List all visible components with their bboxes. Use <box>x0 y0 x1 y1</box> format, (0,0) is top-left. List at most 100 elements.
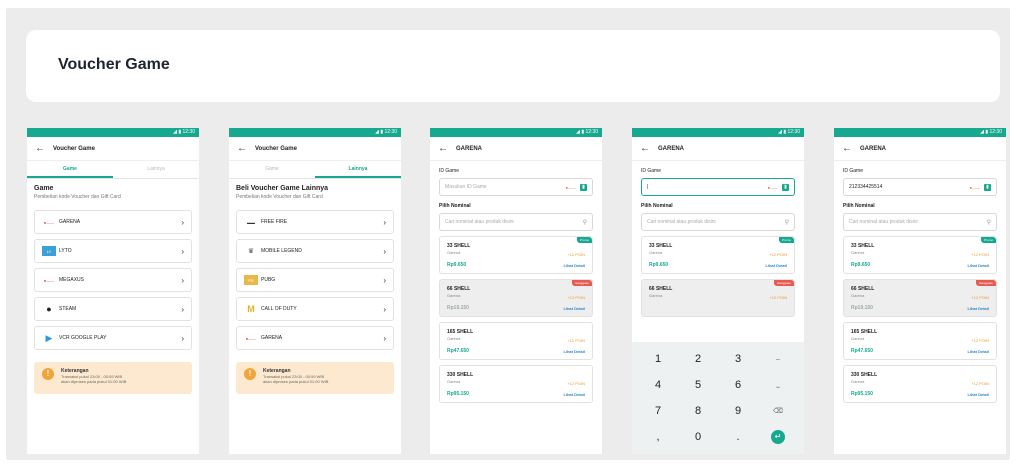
nominal-label: Pilih Nominal <box>439 203 471 209</box>
product-card[interactable]: Promo 33 SHELL Garena +12 POIN Rp9.650 Lihat … <box>439 236 593 274</box>
status-bar: ◢ ▮ 12:30 <box>834 128 1006 137</box>
product-card[interactable]: Gangguan 66 SHELL Garena +12 POIN Rp19.150 Li… <box>439 279 593 317</box>
back-arrow-icon[interactable]: ← <box>640 143 650 154</box>
key-period[interactable]: . <box>718 424 758 450</box>
search-placeholder: Cari nominal atau produk disini <box>647 219 716 225</box>
product-detail-link[interactable]: Lihat Detail <box>563 392 585 397</box>
menu-item-label: GARENA <box>261 335 283 341</box>
product-card[interactable]: Gangguan 66 SHELL Garena +12 POIN <box>641 279 795 317</box>
product-provider: Garena <box>851 336 865 341</box>
key-8[interactable]: 8 <box>678 398 718 424</box>
section-subtitle: Pembelian kode Voucher dan Gift Card <box>34 194 121 200</box>
phone-screen-garena-typing: ◢ ▮ 12:30 ← GARENA ID Game | ●—— ▮ Pilih N… <box>632 128 804 454</box>
product-name: 66 SHELL <box>447 286 471 292</box>
status-time: 12:30 <box>787 129 800 135</box>
key-3[interactable]: 3 <box>718 346 758 372</box>
product-detail-link[interactable]: Lihat Detail <box>967 349 989 354</box>
menu-item-garena[interactable]: ●—— GARENA › <box>34 210 192 234</box>
key-4[interactable]: 4 <box>638 372 678 398</box>
key-9[interactable]: 9 <box>718 398 758 424</box>
key-0[interactable]: 0 <box>678 424 718 450</box>
menu-item-label: VCR GOOGLE PLAY <box>59 335 107 341</box>
product-card[interactable]: 165 SHELL Garena +12 POIN Rp47.650 Lihat Det… <box>843 322 997 360</box>
product-price: Rp19.150 <box>851 305 873 311</box>
menu-item-pubg[interactable]: PG PUBG › <box>236 268 394 292</box>
back-arrow-icon[interactable]: ← <box>237 143 247 154</box>
promo-badge: Promo <box>577 237 592 243</box>
back-arrow-icon[interactable]: ← <box>842 143 852 154</box>
menu-item-label: MOBILE LEGEND <box>261 248 302 254</box>
product-detail-link[interactable]: Lihat Detail <box>563 263 585 268</box>
key-5[interactable]: 5 <box>678 372 718 398</box>
menu-item-mobile-legend[interactable]: ♛ MOBILE LEGEND › <box>236 239 394 263</box>
key-comma[interactable]: , <box>638 424 678 450</box>
menu-item-call-of-duty[interactable]: M CALL OF DUTY › <box>236 297 394 321</box>
menu-item-lyto[interactable]: LY LYTO › <box>34 239 192 263</box>
product-name: 33 SHELL <box>447 243 471 249</box>
key-space[interactable]: ⎵ <box>758 372 798 398</box>
id-game-label: ID Game <box>641 168 662 174</box>
product-detail-link[interactable]: Lihat Detail <box>563 349 585 354</box>
google-play-logo-icon: ▶ <box>45 332 53 343</box>
product-card[interactable]: Promo 33 SHELL Garena +12 POIN Rp9.650 Lihat … <box>641 236 795 274</box>
product-detail-link[interactable]: Lihat Detail <box>765 263 787 268</box>
steam-logo-icon: ● <box>46 304 52 314</box>
product-card[interactable]: 330 SHELL Garena +12 POIN Rp95.150 Lihat Det… <box>439 365 593 403</box>
nominal-search-input[interactable]: Cari nominal atau produk disini ⚲ <box>439 213 593 231</box>
tab-game[interactable]: Game <box>27 161 113 178</box>
product-card[interactable]: Gangguan 66 SHELL Garena +12 POIN Rp19.150 Li… <box>843 279 997 317</box>
menu-item-google-play[interactable]: ▶ VCR GOOGLE PLAY › <box>34 326 192 350</box>
menu-item-label: FREE FIRE <box>261 219 288 225</box>
product-detail-link[interactable]: Lihat Detail <box>967 263 989 268</box>
tab-game[interactable]: Game <box>229 161 315 178</box>
call-of-duty-logo-icon: M <box>247 304 255 314</box>
product-poin: +12 POIN <box>567 252 585 257</box>
contact-book-icon[interactable]: ▮ <box>984 183 991 191</box>
info-note: ! Keterangan Transaksi pukul 23:00 - 00:… <box>236 362 394 394</box>
key-minus[interactable]: – <box>758 346 798 372</box>
nominal-search-input[interactable]: Cari nominal atau produk disini ⚲ <box>641 213 795 231</box>
product-detail-link[interactable]: Lihat Detail <box>563 306 585 311</box>
gangguan-badge: Gangguan <box>773 280 794 286</box>
nominal-label: Pilih Nominal <box>641 203 673 209</box>
nominal-search-input[interactable]: Cari nominal atau produk disini ⚲ <box>843 213 997 231</box>
product-card[interactable]: 165 SHELL Garena +12 POIN Rp47.650 Lihat Det… <box>439 322 593 360</box>
product-provider: Garena <box>447 293 461 298</box>
enter-icon: ↵ <box>771 430 785 444</box>
product-detail-link[interactable]: Lihat Detail <box>967 392 989 397</box>
tab-lainnya[interactable]: Lainnya <box>315 161 401 178</box>
back-arrow-icon[interactable]: ← <box>438 143 448 154</box>
menu-item-steam[interactable]: ● STEAM › <box>34 297 192 321</box>
product-price: Rp47.650 <box>851 348 873 354</box>
product-name: 66 SHELL <box>851 286 875 292</box>
menu-item-label: LYTO <box>59 248 72 254</box>
tab-lainnya[interactable]: Lainnya <box>113 161 199 178</box>
id-game-input[interactable]: | ●—— ▮ <box>641 178 795 196</box>
menu-item-megaxus[interactable]: ●—— MEGAXUS › <box>34 268 192 292</box>
contact-book-icon[interactable]: ▮ <box>580 183 587 191</box>
id-game-placeholder: Masukan ID Game <box>445 184 487 190</box>
key-6[interactable]: 6 <box>718 372 758 398</box>
menu-item-garena[interactable]: ●—— GARENA › <box>236 326 394 350</box>
text-cursor: | <box>647 184 649 190</box>
info-note: ! Keterangan Transaksi pukul 23:00 - 00:… <box>34 362 192 394</box>
back-arrow-icon[interactable]: ← <box>35 143 45 154</box>
product-provider: Garena <box>851 293 865 298</box>
chevron-right-icon: › <box>181 304 184 314</box>
backspace-icon[interactable]: ⌫ <box>758 398 798 424</box>
product-poin: +12 POIN <box>567 381 585 386</box>
contact-book-icon[interactable]: ▮ <box>782 183 789 191</box>
product-detail-link[interactable]: Lihat Detail <box>967 306 989 311</box>
section-subtitle: Pembelian kode Voucher dan Gift Card <box>236 194 323 200</box>
chevron-right-icon: › <box>383 246 386 256</box>
id-game-input[interactable]: Masukan ID Game ●—— ▮ <box>439 178 593 196</box>
id-game-input[interactable]: 212334425514 ●—— ▮ <box>843 178 997 196</box>
product-card[interactable]: 330 SHELL Garena +12 POIN Rp95.150 Lihat Det… <box>843 365 997 403</box>
menu-item-free-fire[interactable]: ▬▬ FREE FIRE › <box>236 210 394 234</box>
key-1[interactable]: 1 <box>638 346 678 372</box>
key-2[interactable]: 2 <box>678 346 718 372</box>
key-7[interactable]: 7 <box>638 398 678 424</box>
product-card[interactable]: Promo 33 SHELL Garena +12 POIN Rp9.650 Lihat … <box>843 236 997 274</box>
enter-key[interactable]: ↵ <box>758 424 798 450</box>
product-poin: +12 POIN <box>769 295 787 300</box>
